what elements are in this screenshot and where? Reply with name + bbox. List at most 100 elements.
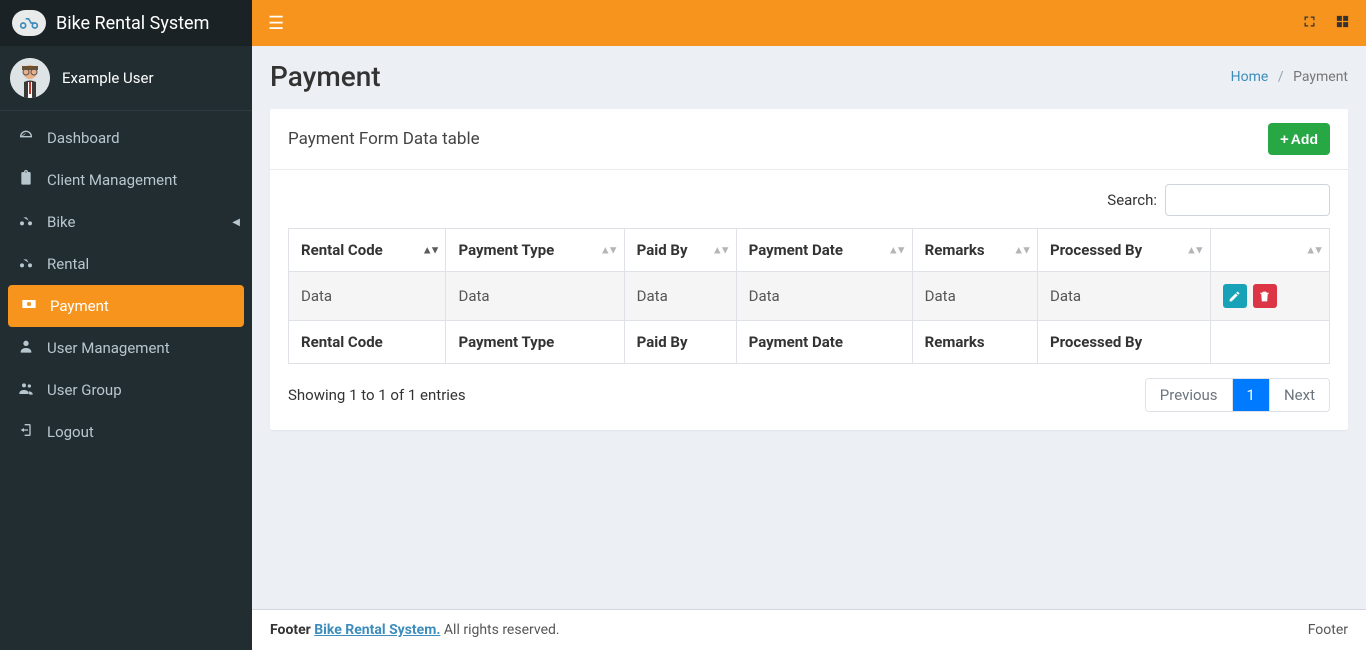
entries-info: Showing 1 to 1 of 1 entries xyxy=(288,386,466,404)
sidebar-nav: Dashboard Client Management Bike ◀ Renta… xyxy=(0,111,252,453)
table-row: Data Data Data Data Data Data xyxy=(289,272,1330,321)
user-display-name: Example User xyxy=(62,69,154,87)
main-content: Payment Home / Payment Payment Form Data… xyxy=(252,0,1366,650)
fullscreen-icon[interactable] xyxy=(1302,14,1317,33)
payment-panel: Payment Form Data table + Add Search: Re… xyxy=(270,109,1348,430)
col-remarks[interactable]: Remarks ▲▼ xyxy=(912,229,1037,272)
footer-rental-code: Rental Code xyxy=(289,321,446,364)
panel-title: Payment Form Data table xyxy=(288,129,480,149)
sidebar-item-label: User Group xyxy=(47,381,122,399)
hamburger-icon[interactable]: ☰ xyxy=(268,13,284,34)
pagination-previous[interactable]: Previous xyxy=(1146,379,1232,411)
clipboard-icon xyxy=(15,170,37,190)
topbar-actions xyxy=(1302,14,1350,33)
breadcrumb: Home / Payment xyxy=(1231,69,1348,85)
users-icon xyxy=(15,380,37,400)
sort-icon: ▲▼ xyxy=(600,244,616,257)
col-label: Payment Date xyxy=(749,241,843,259)
logout-icon xyxy=(15,422,37,442)
sort-icon: ▲▼ xyxy=(712,244,728,257)
bike-icon xyxy=(19,13,39,33)
user-panel[interactable]: Example User xyxy=(0,46,252,111)
footer-paid-by: Paid By xyxy=(624,321,736,364)
sidebar-item-client-management[interactable]: Client Management xyxy=(0,159,252,201)
footer-processed-by: Processed By xyxy=(1038,321,1211,364)
sidebar-item-label: Client Management xyxy=(47,171,177,189)
panel-body: Search: Rental Code▲▼ Payment Type▲▼ Pai… xyxy=(270,170,1348,430)
table-footer-row: Rental Code Payment Type Paid By Payment… xyxy=(289,321,1330,364)
trash-icon xyxy=(1258,290,1271,303)
col-rental-code[interactable]: Rental Code▲▼ xyxy=(289,229,446,272)
chevron-left-icon: ◀ xyxy=(232,217,240,228)
col-processed-by[interactable]: Processed By▲▼ xyxy=(1038,229,1211,272)
cell-payment-date: Data xyxy=(736,272,912,321)
pagination-page-1[interactable]: 1 xyxy=(1232,379,1269,411)
bike-icon xyxy=(15,254,37,274)
footer-right: Footer xyxy=(1308,622,1348,638)
content-header: Payment Home / Payment xyxy=(252,46,1366,103)
bike-icon xyxy=(15,212,37,232)
pagination: Previous 1 Next xyxy=(1145,378,1330,412)
table-footer: Showing 1 to 1 of 1 entries Previous 1 N… xyxy=(288,378,1330,412)
sort-icon: ▲▼ xyxy=(888,244,904,257)
col-payment-type[interactable]: Payment Type ▲▼ xyxy=(446,229,624,272)
sidebar-item-label: User Management xyxy=(47,339,170,357)
search-label: Search: xyxy=(1107,191,1157,209)
add-button-label: Add xyxy=(1291,131,1318,147)
search-input[interactable] xyxy=(1165,184,1330,216)
plus-icon: + xyxy=(1280,132,1289,147)
sidebar-item-payment[interactable]: Payment xyxy=(8,285,244,327)
footer-prefix: Footer xyxy=(270,622,314,638)
search-row: Search: xyxy=(288,184,1330,216)
brand-name: Bike Rental System xyxy=(56,13,209,34)
col-label: Remarks xyxy=(925,241,985,259)
footer-left: Footer Bike Rental System. All rights re… xyxy=(270,622,560,638)
pagination-next[interactable]: Next xyxy=(1269,379,1329,411)
sort-icon: ▲▼ xyxy=(1305,244,1321,257)
edit-button[interactable] xyxy=(1223,284,1247,308)
footer-actions xyxy=(1210,321,1329,364)
add-button[interactable]: + Add xyxy=(1268,123,1330,155)
breadcrumb-home-link[interactable]: Home xyxy=(1231,69,1269,85)
sidebar-item-dashboard[interactable]: Dashboard xyxy=(0,117,252,159)
sort-icon: ▲▼ xyxy=(1013,244,1029,257)
cell-paid-by: Data xyxy=(624,272,736,321)
money-icon xyxy=(18,296,40,316)
dashboard-icon xyxy=(15,128,37,148)
sidebar-item-label: Bike xyxy=(47,213,75,231)
sidebar-item-user-management[interactable]: User Management xyxy=(0,327,252,369)
sidebar-item-label: Dashboard xyxy=(47,129,120,147)
brand-bar[interactable]: Bike Rental System xyxy=(0,0,252,46)
user-icon xyxy=(15,338,37,358)
sidebar-item-user-group[interactable]: User Group xyxy=(0,369,252,411)
col-label: Paid By xyxy=(637,241,688,259)
footer-remarks: Remarks xyxy=(912,321,1037,364)
avatar xyxy=(10,58,50,98)
cell-remarks: Data xyxy=(912,272,1037,321)
table-header-row: Rental Code▲▼ Payment Type ▲▼ Paid By ▲▼ P… xyxy=(289,229,1330,272)
col-actions: ▲▼ xyxy=(1210,229,1329,272)
col-label: Payment Type xyxy=(458,241,554,259)
sidebar-item-label: Payment xyxy=(50,297,109,315)
cell-processed-by: Data xyxy=(1038,272,1211,321)
sidebar-item-rental[interactable]: Rental xyxy=(0,243,252,285)
sort-icon: ▲▼ xyxy=(422,244,438,257)
breadcrumb-separator: / xyxy=(1278,69,1284,85)
delete-button[interactable] xyxy=(1253,284,1277,308)
col-payment-date[interactable]: Payment Date ▲▼ xyxy=(736,229,912,272)
sort-icon: ▲▼ xyxy=(1186,244,1202,257)
col-paid-by[interactable]: Paid By ▲▼ xyxy=(624,229,736,272)
apps-grid-icon[interactable] xyxy=(1335,14,1350,33)
sidebar-item-bike[interactable]: Bike ◀ xyxy=(0,201,252,243)
payment-table: Rental Code▲▼ Payment Type▲▼ Paid By▲▼ P… xyxy=(288,228,1330,364)
footer-payment-type: Payment Type xyxy=(446,321,624,364)
brand-logo xyxy=(12,10,46,36)
breadcrumb-current: Payment xyxy=(1293,69,1348,85)
sidebar-item-logout[interactable]: Logout xyxy=(0,411,252,453)
footer-brand-link[interactable]: Bike Rental System. xyxy=(314,622,440,638)
sidebar-item-label: Logout xyxy=(47,423,94,441)
panel-header: Payment Form Data table + Add xyxy=(270,109,1348,170)
topbar: ☰ xyxy=(252,0,1366,46)
sidebar-item-label: Rental xyxy=(47,255,89,273)
cell-rental-code: Data xyxy=(289,272,446,321)
